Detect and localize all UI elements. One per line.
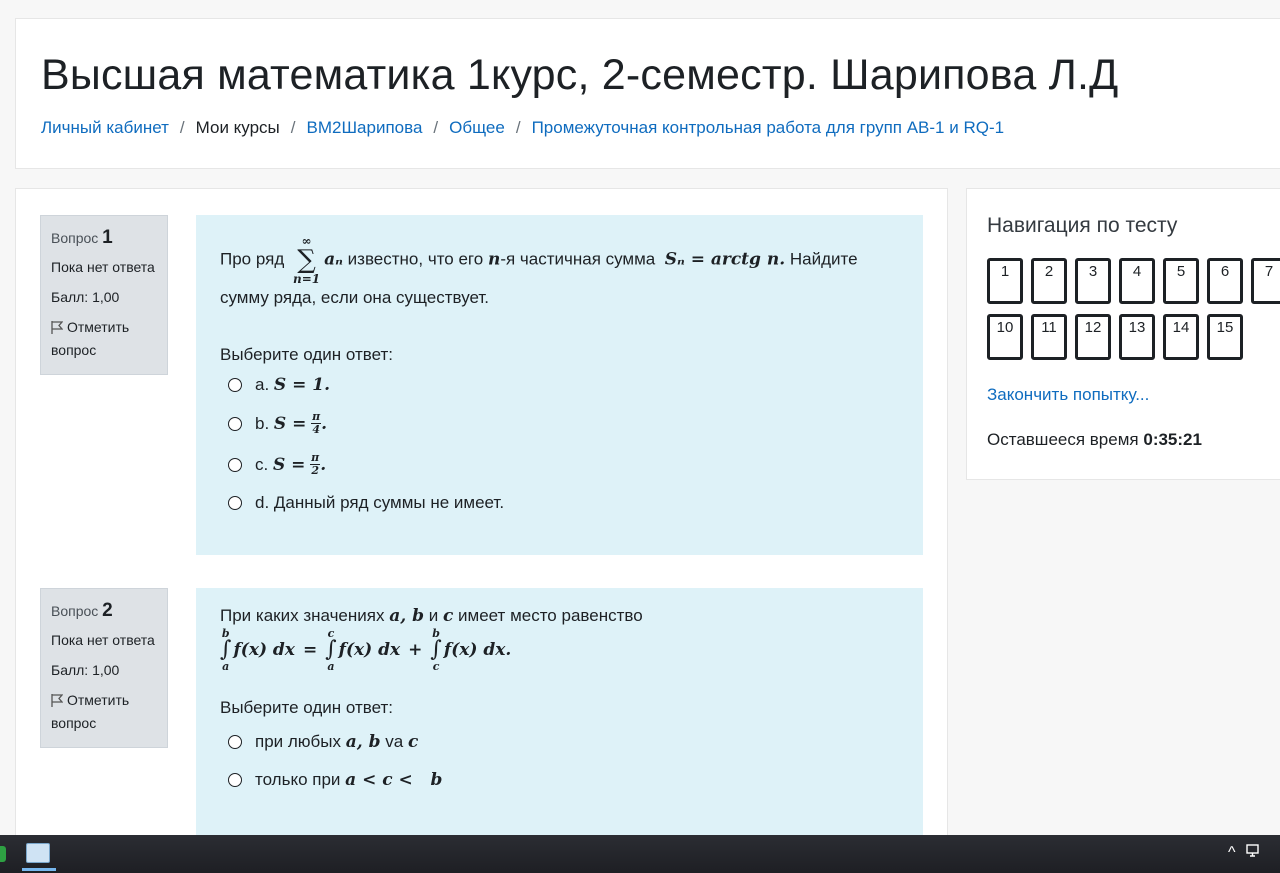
question-content-2: При каких значениях a, b и c имеет место… (196, 588, 923, 858)
answer-option-a[interactable]: a. S = 1. (228, 375, 899, 395)
breadcrumb-my-courses: Мои курсы (195, 118, 280, 137)
nav-question-button[interactable]: 2 (1031, 258, 1067, 304)
quiz-main: Вопрос 1 Пока нет ответа Балл: 1,00 Отме… (15, 188, 948, 858)
nav-question-button[interactable]: 4 (1119, 258, 1155, 304)
question-number: Вопрос 2 (51, 600, 113, 621)
quiz-navigation: Навигация по тесту 1 2 3 4 5 6 7 10 11 1… (966, 188, 1280, 480)
question-text: При каких значениях a, b и c имеет место… (220, 606, 643, 626)
sum-formula: ∞ ∑ n=1 (292, 234, 321, 286)
nav-question-button[interactable]: 15 (1207, 314, 1243, 360)
radio-button[interactable] (228, 416, 242, 431)
breadcrumb-section[interactable]: Общее (449, 118, 505, 138)
nav-question-button[interactable]: 10 (987, 314, 1023, 360)
start-icon[interactable] (0, 846, 6, 862)
question-text: Про ряд ∞ ∑ n=1 aₙ известно, что его n-я… (220, 234, 858, 307)
fraction: π4 (311, 410, 322, 437)
integral: c ∫ a (325, 627, 337, 673)
chevron-up-icon[interactable]: ^ (1228, 844, 1236, 863)
answer-option-b[interactable]: b. S = π4. (228, 410, 899, 437)
nav-question-button[interactable]: 3 (1075, 258, 1111, 304)
radio-button[interactable] (228, 735, 242, 749)
breadcrumb-quiz[interactable]: Промежуточная контрольная работа для гру… (532, 118, 1005, 138)
radio-button[interactable] (228, 496, 242, 511)
nav-question-button[interactable]: 6 (1207, 258, 1243, 304)
integral: b ∫ c (430, 627, 442, 673)
nav-question-button[interactable]: 11 (1031, 314, 1067, 360)
finish-attempt-link[interactable]: Закончить попытку... (987, 385, 1149, 405)
breadcrumb: Личный кабинет / Мои курсы / ВМ2Шарипова… (41, 118, 1004, 138)
taskbar: ^ (0, 835, 1280, 873)
integral-equation: b ∫ a f(x) dx = c ∫ a f(x) dx + b ∫ c f(… (220, 627, 512, 673)
time-left: Оставшееся время 0:35:21 (987, 430, 1202, 449)
timer-value: 0:35:21 (1143, 430, 1202, 449)
nav-question-button[interactable]: 13 (1119, 314, 1155, 360)
question-mark: Балл: 1,00 (51, 662, 120, 678)
answer-option-2[interactable]: только при a < c < b (228, 770, 899, 790)
nav-question-button[interactable]: 12 (1075, 314, 1111, 360)
breadcrumb-separator: / (515, 118, 521, 137)
radio-button[interactable] (228, 378, 242, 392)
question-mark: Балл: 1,00 (51, 289, 120, 305)
radio-button[interactable] (228, 457, 242, 472)
answer-prompt: Выберите один ответ: (220, 345, 393, 364)
navigation-title: Навигация по тесту (987, 214, 1178, 237)
flag-question-button[interactable]: Отметить вопрос (51, 317, 157, 361)
nav-question-button[interactable]: 5 (1163, 258, 1199, 304)
flag-icon (51, 319, 64, 340)
page-header: Высшая математика 1курс, 2-семестр. Шари… (15, 18, 1280, 169)
answer-prompt: Выберите один ответ: (220, 698, 393, 717)
fraction: π2 (310, 451, 321, 478)
nav-question-button[interactable]: 14 (1163, 314, 1199, 360)
page: Высшая математика 1курс, 2-семестр. Шари… (0, 0, 1280, 873)
question-state: Пока нет ответа (51, 259, 155, 275)
breadcrumb-separator: / (433, 118, 439, 137)
answer-option-1[interactable]: при любых a, b va c (228, 732, 899, 752)
breadcrumb-separator: / (179, 118, 185, 137)
nav-question-button[interactable]: 1 (987, 258, 1023, 304)
question-state: Пока нет ответа (51, 632, 155, 648)
integral: b ∫ a (220, 627, 232, 673)
answer-option-c[interactable]: c. S = π2. (228, 452, 899, 477)
question-info-2: Вопрос 2 Пока нет ответа Балл: 1,00 Отме… (40, 588, 168, 748)
flag-question-button[interactable]: Отметить вопрос (51, 690, 157, 734)
breadcrumb-dashboard[interactable]: Личный кабинет (41, 118, 169, 138)
breadcrumb-course[interactable]: ВМ2Шарипова (307, 118, 423, 138)
radio-button[interactable] (228, 773, 242, 787)
answer-option-d[interactable]: d. Данный ряд суммы не имеет. (228, 493, 899, 513)
active-app-indicator (22, 868, 56, 871)
app-icon[interactable] (26, 843, 50, 863)
system-tray: ^ (1228, 844, 1262, 863)
question-info-1: Вопрос 1 Пока нет ответа Балл: 1,00 Отме… (40, 215, 168, 375)
network-icon[interactable] (1245, 844, 1262, 863)
flag-icon (51, 692, 64, 713)
question-content-1: Про ряд ∞ ∑ n=1 aₙ известно, что его n-я… (196, 215, 923, 555)
question-number: Вопрос 1 (51, 227, 113, 248)
page-title: Высшая математика 1курс, 2-семестр. Шари… (41, 51, 1119, 99)
nav-question-button[interactable]: 7 (1251, 258, 1280, 304)
breadcrumb-separator: / (290, 118, 296, 137)
